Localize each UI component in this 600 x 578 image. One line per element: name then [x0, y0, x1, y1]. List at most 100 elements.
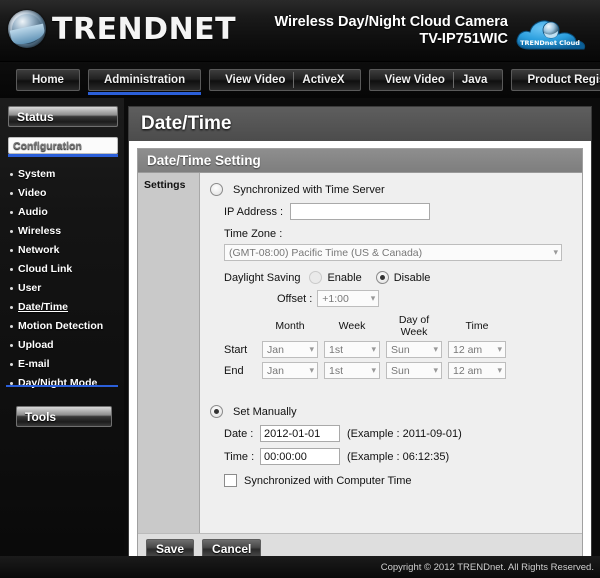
app-window: TRENDNET Wireless Day/Night Cloud Camera… [0, 0, 600, 578]
sidebar-item-wireless[interactable]: Wireless [0, 222, 124, 241]
timezone-value: (GMT-08:00) Pacific Time (US & Canada) [229, 246, 423, 259]
dst-row-start: Start Jan ▾ 1st ▾ Sun ▾ 12 am ▾ [224, 341, 582, 358]
nav-administration-label: Administration [103, 74, 186, 86]
sidebar-section-configuration[interactable]: Configuration [8, 137, 118, 157]
dst-start-week-select[interactable]: 1st ▾ [324, 341, 380, 358]
dst-end-day-select[interactable]: Sun ▾ [386, 362, 442, 379]
product-title: Wireless Day/Night Cloud Camera TV-IP751… [274, 14, 508, 48]
panel-body: Settings Synchronized with Time Server I… [138, 173, 582, 533]
timezone-label-row: Time Zone : [224, 228, 582, 240]
sync-server-radio[interactable] [210, 183, 223, 196]
dst-end-time-select[interactable]: 12 am ▾ [448, 362, 506, 379]
dst-start-day-value: Sun [391, 343, 410, 356]
ip-address-input[interactable] [290, 203, 430, 220]
daylight-enable-radio[interactable] [309, 271, 323, 284]
trendnet-globe-logo-icon [8, 10, 46, 48]
dst-end-week-select[interactable]: 1st ▾ [324, 362, 380, 379]
dst-start-day-select[interactable]: Sun ▾ [386, 341, 442, 358]
offset-select[interactable]: +1:00 ▾ [317, 290, 380, 307]
sidebar-item-day-night-mode[interactable]: Day/Night Mode [0, 374, 124, 393]
manual-time-row: Time : (Example : 06:12:35) [224, 448, 582, 465]
offset-value: +1:00 [322, 292, 349, 305]
sidebar-item-user[interactable]: User [0, 279, 124, 298]
daylight-enable-label: Enable [327, 271, 362, 284]
sidebar-item-motion-detection[interactable]: Motion Detection [0, 317, 124, 336]
manual-date-input[interactable] [260, 425, 340, 442]
ip-address-label: IP Address : [224, 205, 284, 218]
offset-row: Offset : +1:00 ▾ [277, 290, 582, 307]
manual-time-example: (Example : 06:12:35) [347, 450, 450, 463]
trendnet-cloud-badge: TRENDnet Cloud [511, 11, 595, 55]
sidebar-tools-label: Tools [25, 409, 57, 424]
daylight-disable-label: Disable [393, 271, 431, 284]
dst-start-label: Start [224, 343, 248, 356]
sidebar-item-cloud-link[interactable]: Cloud Link [0, 260, 124, 279]
sync-computer-time-label: Synchronized with Computer Time [244, 474, 412, 487]
dst-row-end: End Jan ▾ 1st ▾ Sun ▾ 12 am ▾ [224, 362, 582, 379]
dst-end-month-value: Jan [267, 364, 284, 377]
nav-view-video-label: View Video [225, 74, 286, 86]
sidebar-item-audio[interactable]: Audio [0, 203, 124, 222]
main-navigation: Home Administration View Video ActiveX V… [0, 62, 600, 98]
sidebar-item-upload[interactable]: Upload [0, 336, 124, 355]
sidebar-item-video[interactable]: Video [0, 184, 124, 203]
nav-activex-label: ActiveX [302, 74, 345, 86]
sidebar-config-list: System Video Audio Wireless Network Clou… [0, 165, 124, 393]
set-manually-radio[interactable] [210, 405, 223, 418]
cloud-badge-label: TRENDnet Cloud [520, 39, 580, 47]
manual-date-example: (Example : 2011-09-01) [347, 427, 462, 440]
sidebar-configuration-label: Configuration [13, 139, 82, 152]
sidebar-item-network[interactable]: Network [0, 241, 124, 260]
dst-end-label: End [224, 364, 244, 377]
set-manually-option[interactable]: Set Manually [210, 405, 582, 418]
sidebar-section-tools[interactable]: Tools [16, 406, 112, 427]
nav-administration[interactable]: Administration [87, 69, 202, 95]
col-week: Week [338, 320, 366, 332]
nav-view-video-java[interactable]: View Video Java [368, 69, 504, 91]
sidebar-item-email[interactable]: E-mail [0, 355, 124, 374]
dst-end-week-value: 1st [329, 364, 344, 377]
nav-view-video-activex[interactable]: View Video ActiveX [209, 69, 361, 91]
sync-server-option[interactable]: Synchronized with Time Server [210, 183, 582, 196]
nav-java-label: Java [461, 74, 488, 86]
sync-computer-time-row[interactable]: Synchronized with Computer Time [224, 474, 582, 487]
set-manually-label: Set Manually [233, 405, 297, 418]
dst-start-month-select[interactable]: Jan ▾ [262, 341, 318, 358]
ip-address-row: IP Address : [224, 203, 582, 220]
nav-home[interactable]: Home [16, 69, 80, 91]
sync-computer-time-checkbox[interactable] [224, 474, 237, 487]
chevron-down-icon: ▾ [433, 365, 438, 375]
chevron-down-icon: ▾ [433, 344, 438, 354]
timezone-label: Time Zone : [224, 228, 283, 240]
settings-panel: Date/Time Setting Settings Synchronized … [137, 148, 583, 566]
manual-time-label: Time : [224, 450, 255, 463]
manual-date-label: Date : [224, 427, 254, 440]
app-header: TRENDNET Wireless Day/Night Cloud Camera… [0, 0, 600, 62]
sidebar-item-system[interactable]: System [0, 165, 124, 184]
brand-logo[interactable]: TRENDNET [8, 10, 236, 48]
main-content: Date/Time Date/Time Setting Settings Syn… [124, 98, 600, 578]
dst-end-month-select[interactable]: Jan ▾ [262, 362, 318, 379]
daylight-disable-radio[interactable] [375, 271, 389, 284]
chevron-down-icon: ▾ [309, 365, 314, 375]
dst-start-week-value: 1st [329, 343, 344, 356]
panel-title: Date/Time Setting [138, 149, 582, 173]
manual-time-input[interactable] [260, 448, 340, 465]
timezone-select[interactable]: (GMT-08:00) Pacific Time (US & Canada) ▾ [224, 244, 562, 261]
nav-separator-icon [452, 72, 454, 88]
dst-start-time-select[interactable]: 12 am ▾ [448, 341, 506, 358]
sidebar-section-status[interactable]: Status [8, 106, 118, 127]
daylight-saving-row: Daylight Saving Enable Disable [224, 271, 582, 284]
dst-start-month-value: Jan [267, 343, 284, 356]
chevron-down-icon: ▾ [371, 365, 376, 375]
sidebar-item-date-time[interactable]: Date/Time [0, 298, 124, 317]
cloud-icon: TRENDnet Cloud [516, 20, 586, 50]
footer: Copyright © 2012 TRENDnet. All Rights Re… [0, 556, 600, 578]
chevron-down-icon: ▾ [371, 344, 376, 354]
offset-label: Offset : [277, 292, 313, 305]
chevron-down-icon: ▾ [497, 344, 502, 354]
nav-product-registration[interactable]: Product Registration [511, 69, 600, 91]
sidebar-divider [6, 385, 118, 387]
nav-view-video-java-label: View Video [384, 74, 445, 86]
settings-column-label: Settings [138, 173, 200, 533]
